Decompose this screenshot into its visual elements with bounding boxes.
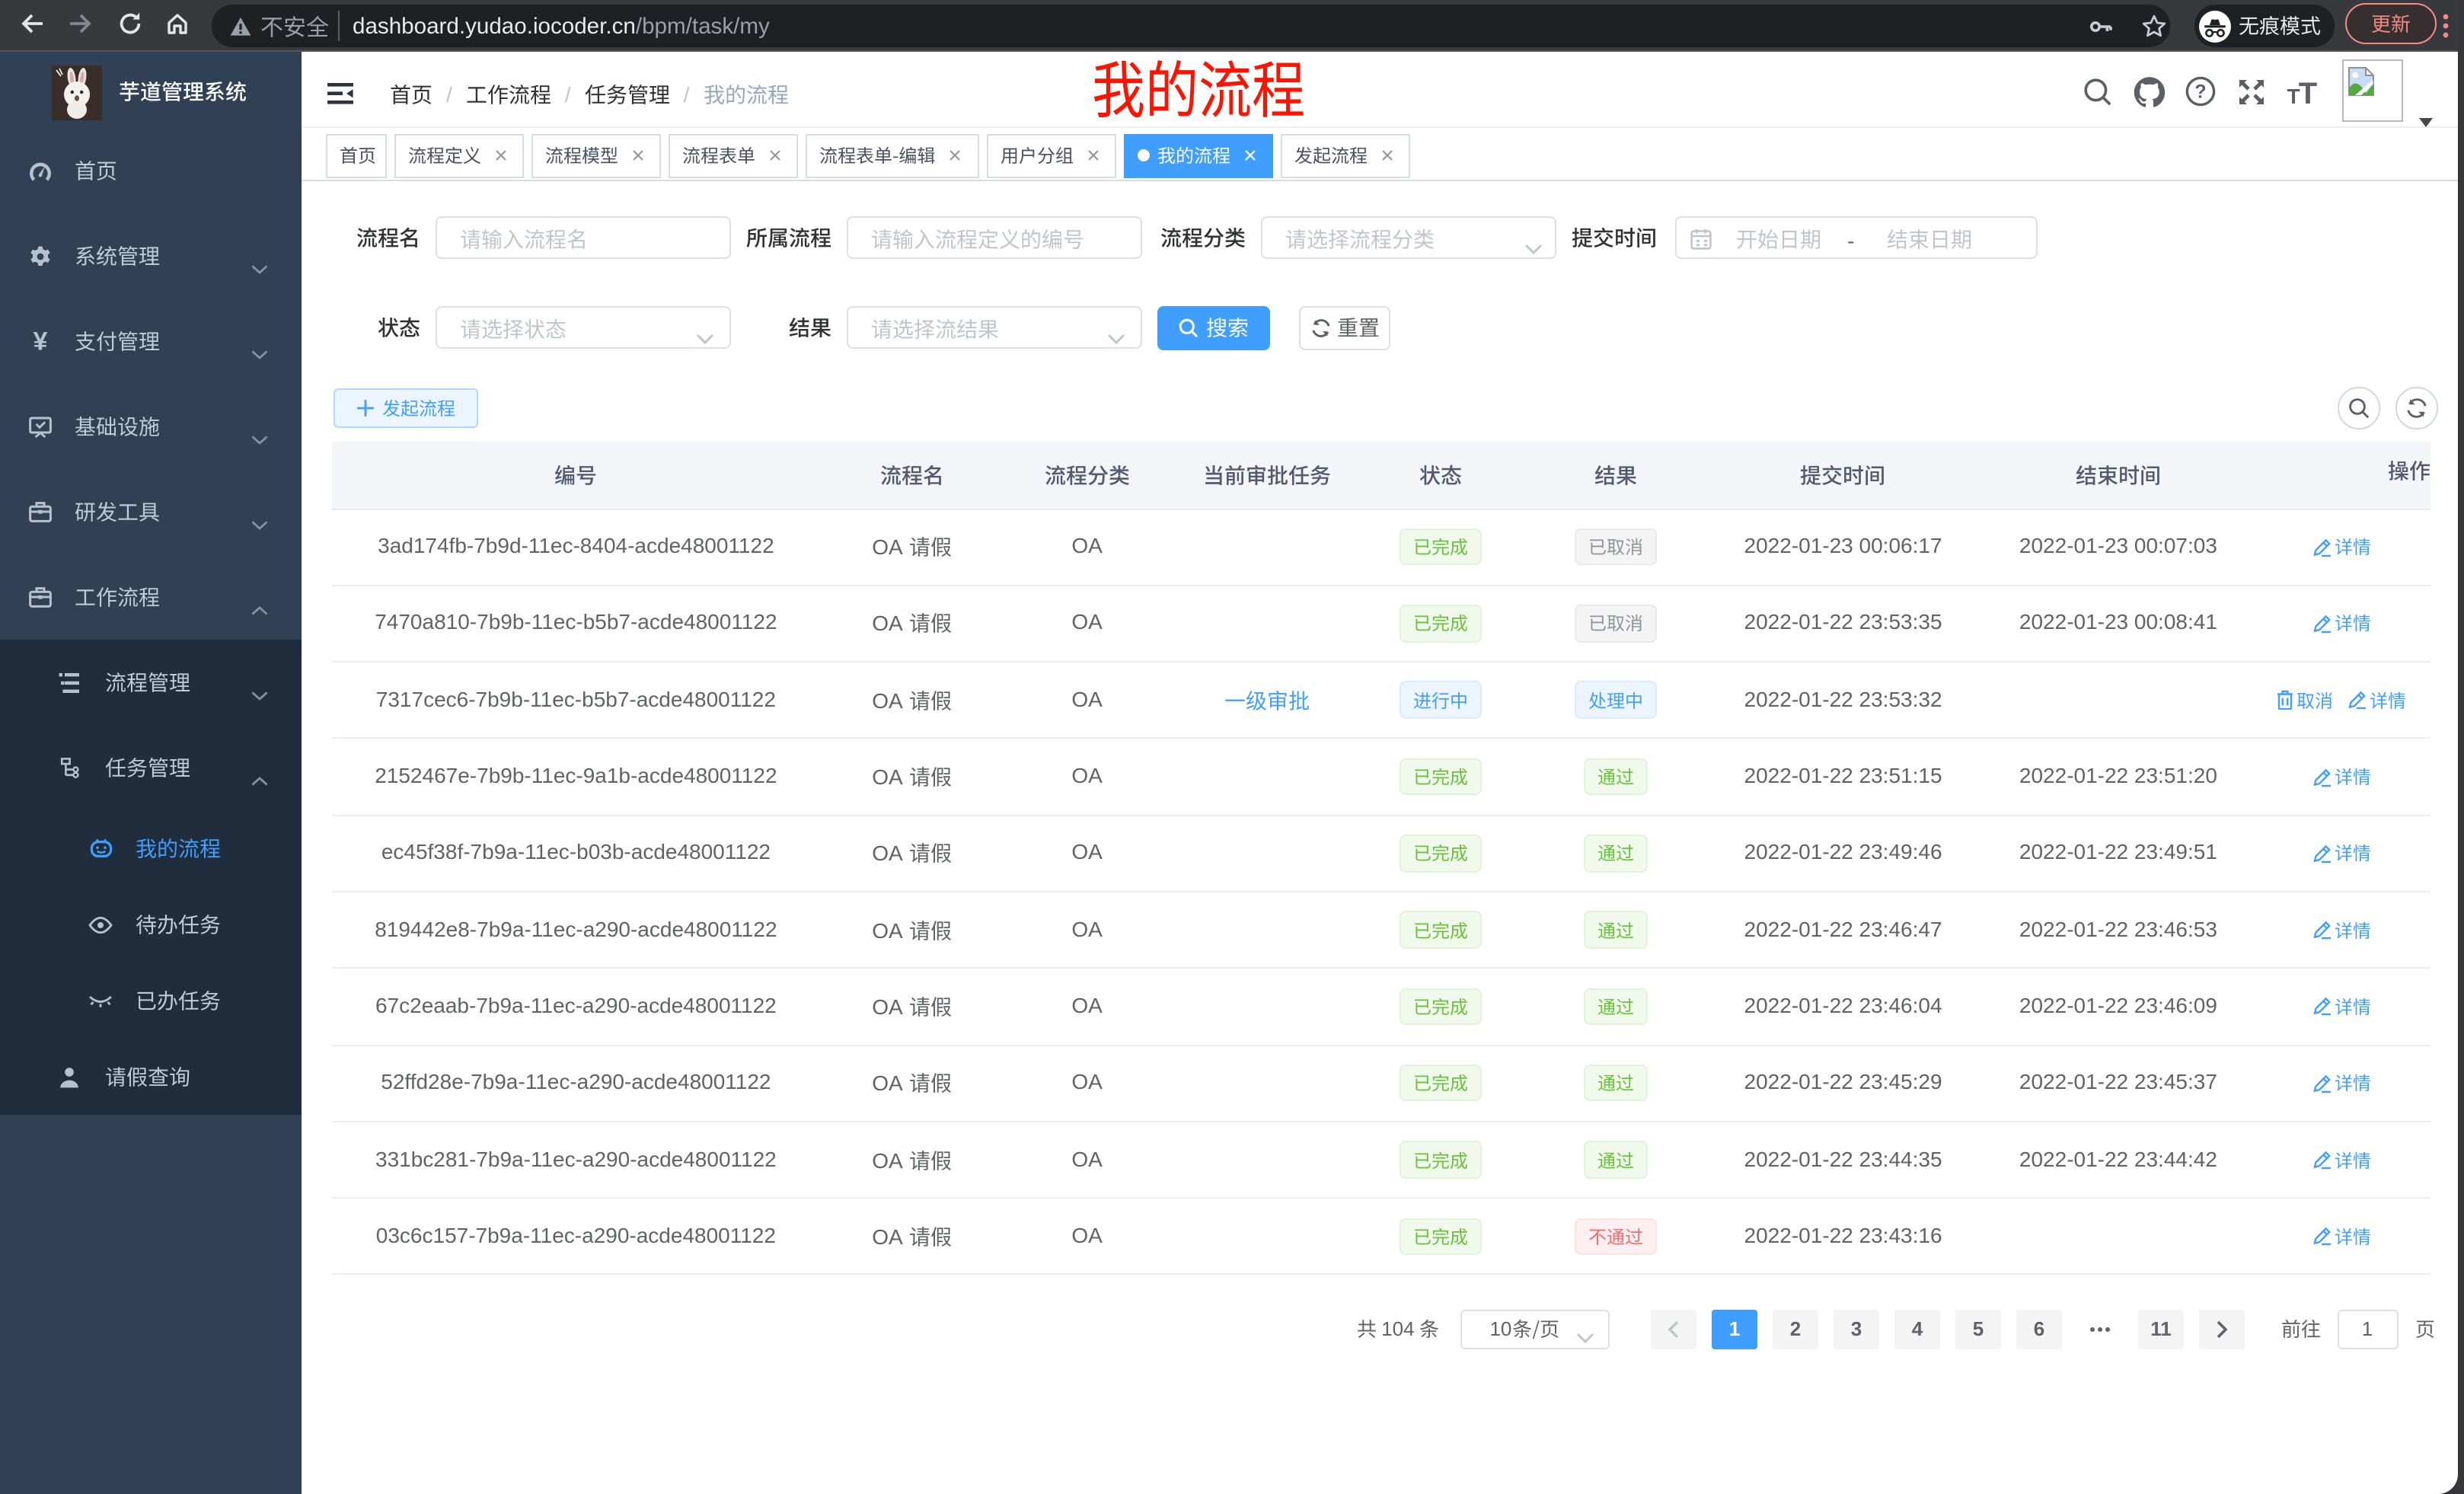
- svg-text:T: T: [2299, 78, 2317, 105]
- svg-text:¥: ¥: [33, 330, 47, 353]
- svg-text:?: ?: [2194, 81, 2206, 103]
